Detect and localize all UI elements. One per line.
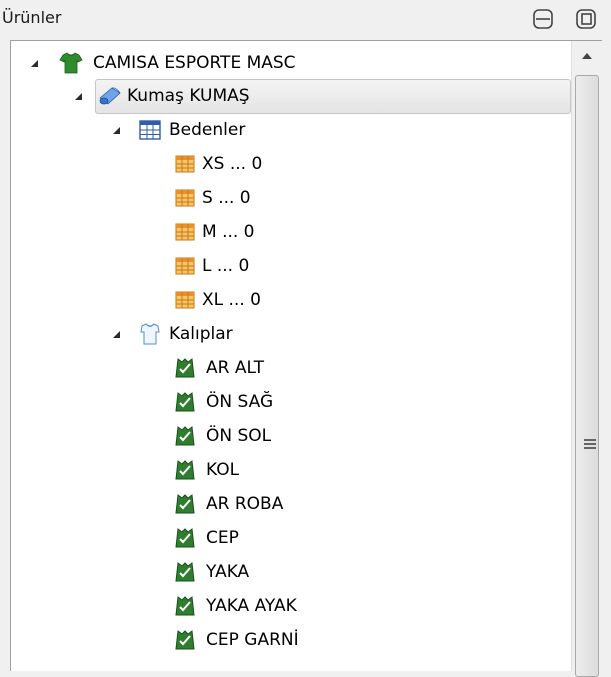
grid-item-icon [175, 291, 195, 309]
tree-node-size[interactable]: L ... 0 [11, 252, 561, 280]
scroll-up-button[interactable] [572, 41, 602, 71]
collapse-arrow-icon[interactable] [75, 93, 82, 100]
tree-node-pattern[interactable]: YAKA [11, 558, 561, 586]
tree-node-label: KOL [206, 460, 240, 480]
tree-node-label: AR ALT [206, 358, 264, 378]
grip-line [584, 439, 596, 441]
fabric-roll-icon [99, 87, 121, 105]
tree-node-label: Kalıplar [169, 324, 233, 344]
tree-node-label: CAMISA ESPORTE MASC [93, 53, 296, 73]
scroll-up-arrow-icon [582, 53, 592, 59]
grid-item-icon [175, 155, 195, 173]
grip-line [584, 443, 596, 445]
tree-node-label: ÖN SAĞ [206, 392, 274, 412]
tree-node-pattern[interactable]: AR ROBA [11, 490, 561, 518]
tree-node-pattern[interactable]: CEP [11, 524, 561, 552]
tree-node-pattern[interactable]: KOL [11, 456, 561, 484]
grip-line [584, 447, 596, 449]
tree-content: CAMISA ESPORTE MASC Kumaş KUMAŞ Bedenler… [11, 41, 571, 671]
pattern-piece-icon [175, 630, 195, 650]
table-icon [139, 120, 161, 140]
collapse-arrow-icon[interactable] [113, 331, 120, 338]
tree-node-label: S ... 0 [202, 188, 251, 208]
tree-node-size[interactable]: XL ... 0 [11, 286, 561, 314]
vertical-scrollbar[interactable] [571, 41, 602, 677]
tree-node-label: XS ... 0 [202, 154, 263, 174]
tree-node-label: L ... 0 [202, 256, 250, 276]
pattern-piece-icon [175, 562, 195, 582]
maximize-button[interactable] [575, 8, 597, 30]
tree-node-pattern[interactable]: YAKA AYAK [11, 592, 561, 620]
tree-node-pattern[interactable]: CEP GARNİ [11, 626, 561, 654]
tree-node-size[interactable]: XS ... 0 [11, 150, 561, 178]
pattern-piece-icon [175, 358, 195, 378]
tree-node-patterns-group[interactable]: Kalıplar [11, 320, 561, 348]
grid-item-icon [175, 189, 195, 207]
minimize-icon [533, 9, 553, 29]
pattern-piece-icon [175, 460, 195, 480]
tree-node-label: Bedenler [169, 120, 246, 140]
tree-node-pattern[interactable]: AR ALT [11, 354, 561, 382]
tree-node-fabric[interactable]: Kumaş KUMAŞ [11, 82, 561, 110]
panel-title: Ürünler [2, 8, 62, 27]
grid-item-icon [175, 257, 195, 275]
pattern-shirt-outline-icon [140, 323, 160, 345]
pattern-piece-icon [175, 426, 195, 446]
pattern-piece-icon [175, 392, 195, 412]
tree-node-label: CEP GARNİ [206, 630, 299, 650]
collapse-arrow-icon[interactable] [113, 127, 120, 134]
shirt-icon [59, 52, 83, 74]
tree-node-label: ÖN SOL [206, 426, 272, 446]
tree-node-size[interactable]: S ... 0 [11, 184, 561, 212]
tree-node-pattern[interactable]: ÖN SAĞ [11, 388, 561, 416]
tree-view: CAMISA ESPORTE MASC Kumaş KUMAŞ Bedenler… [10, 40, 602, 677]
tree-node-label: CEP [206, 528, 239, 548]
pattern-piece-icon [175, 494, 195, 514]
scroll-thumb[interactable] [575, 75, 599, 677]
tree-node-sizes-group[interactable]: Bedenler [11, 116, 561, 144]
tree-node-size[interactable]: M ... 0 [11, 218, 561, 246]
tree-node-label: M ... 0 [202, 222, 255, 242]
tree-node-label: XL ... 0 [202, 290, 261, 310]
tree-node-label: Kumaş KUMAŞ [127, 86, 250, 106]
tree-node-label: YAKA [206, 562, 250, 582]
maximize-icon [576, 9, 596, 29]
pattern-piece-icon [175, 596, 195, 616]
tree-node-root[interactable]: CAMISA ESPORTE MASC [11, 49, 561, 77]
minimize-button[interactable] [532, 8, 554, 30]
products-panel: Ürünler CAMISA ESPORTE MASC Kumaş KUMAŞ … [0, 0, 611, 677]
tree-node-label: YAKA AYAK [206, 596, 297, 616]
tree-node-pattern[interactable]: ÖN SOL [11, 422, 561, 450]
collapse-arrow-icon[interactable] [31, 60, 38, 67]
grid-item-icon [175, 223, 195, 241]
pattern-piece-icon [175, 528, 195, 548]
tree-node-label: AR ROBA [206, 494, 284, 514]
